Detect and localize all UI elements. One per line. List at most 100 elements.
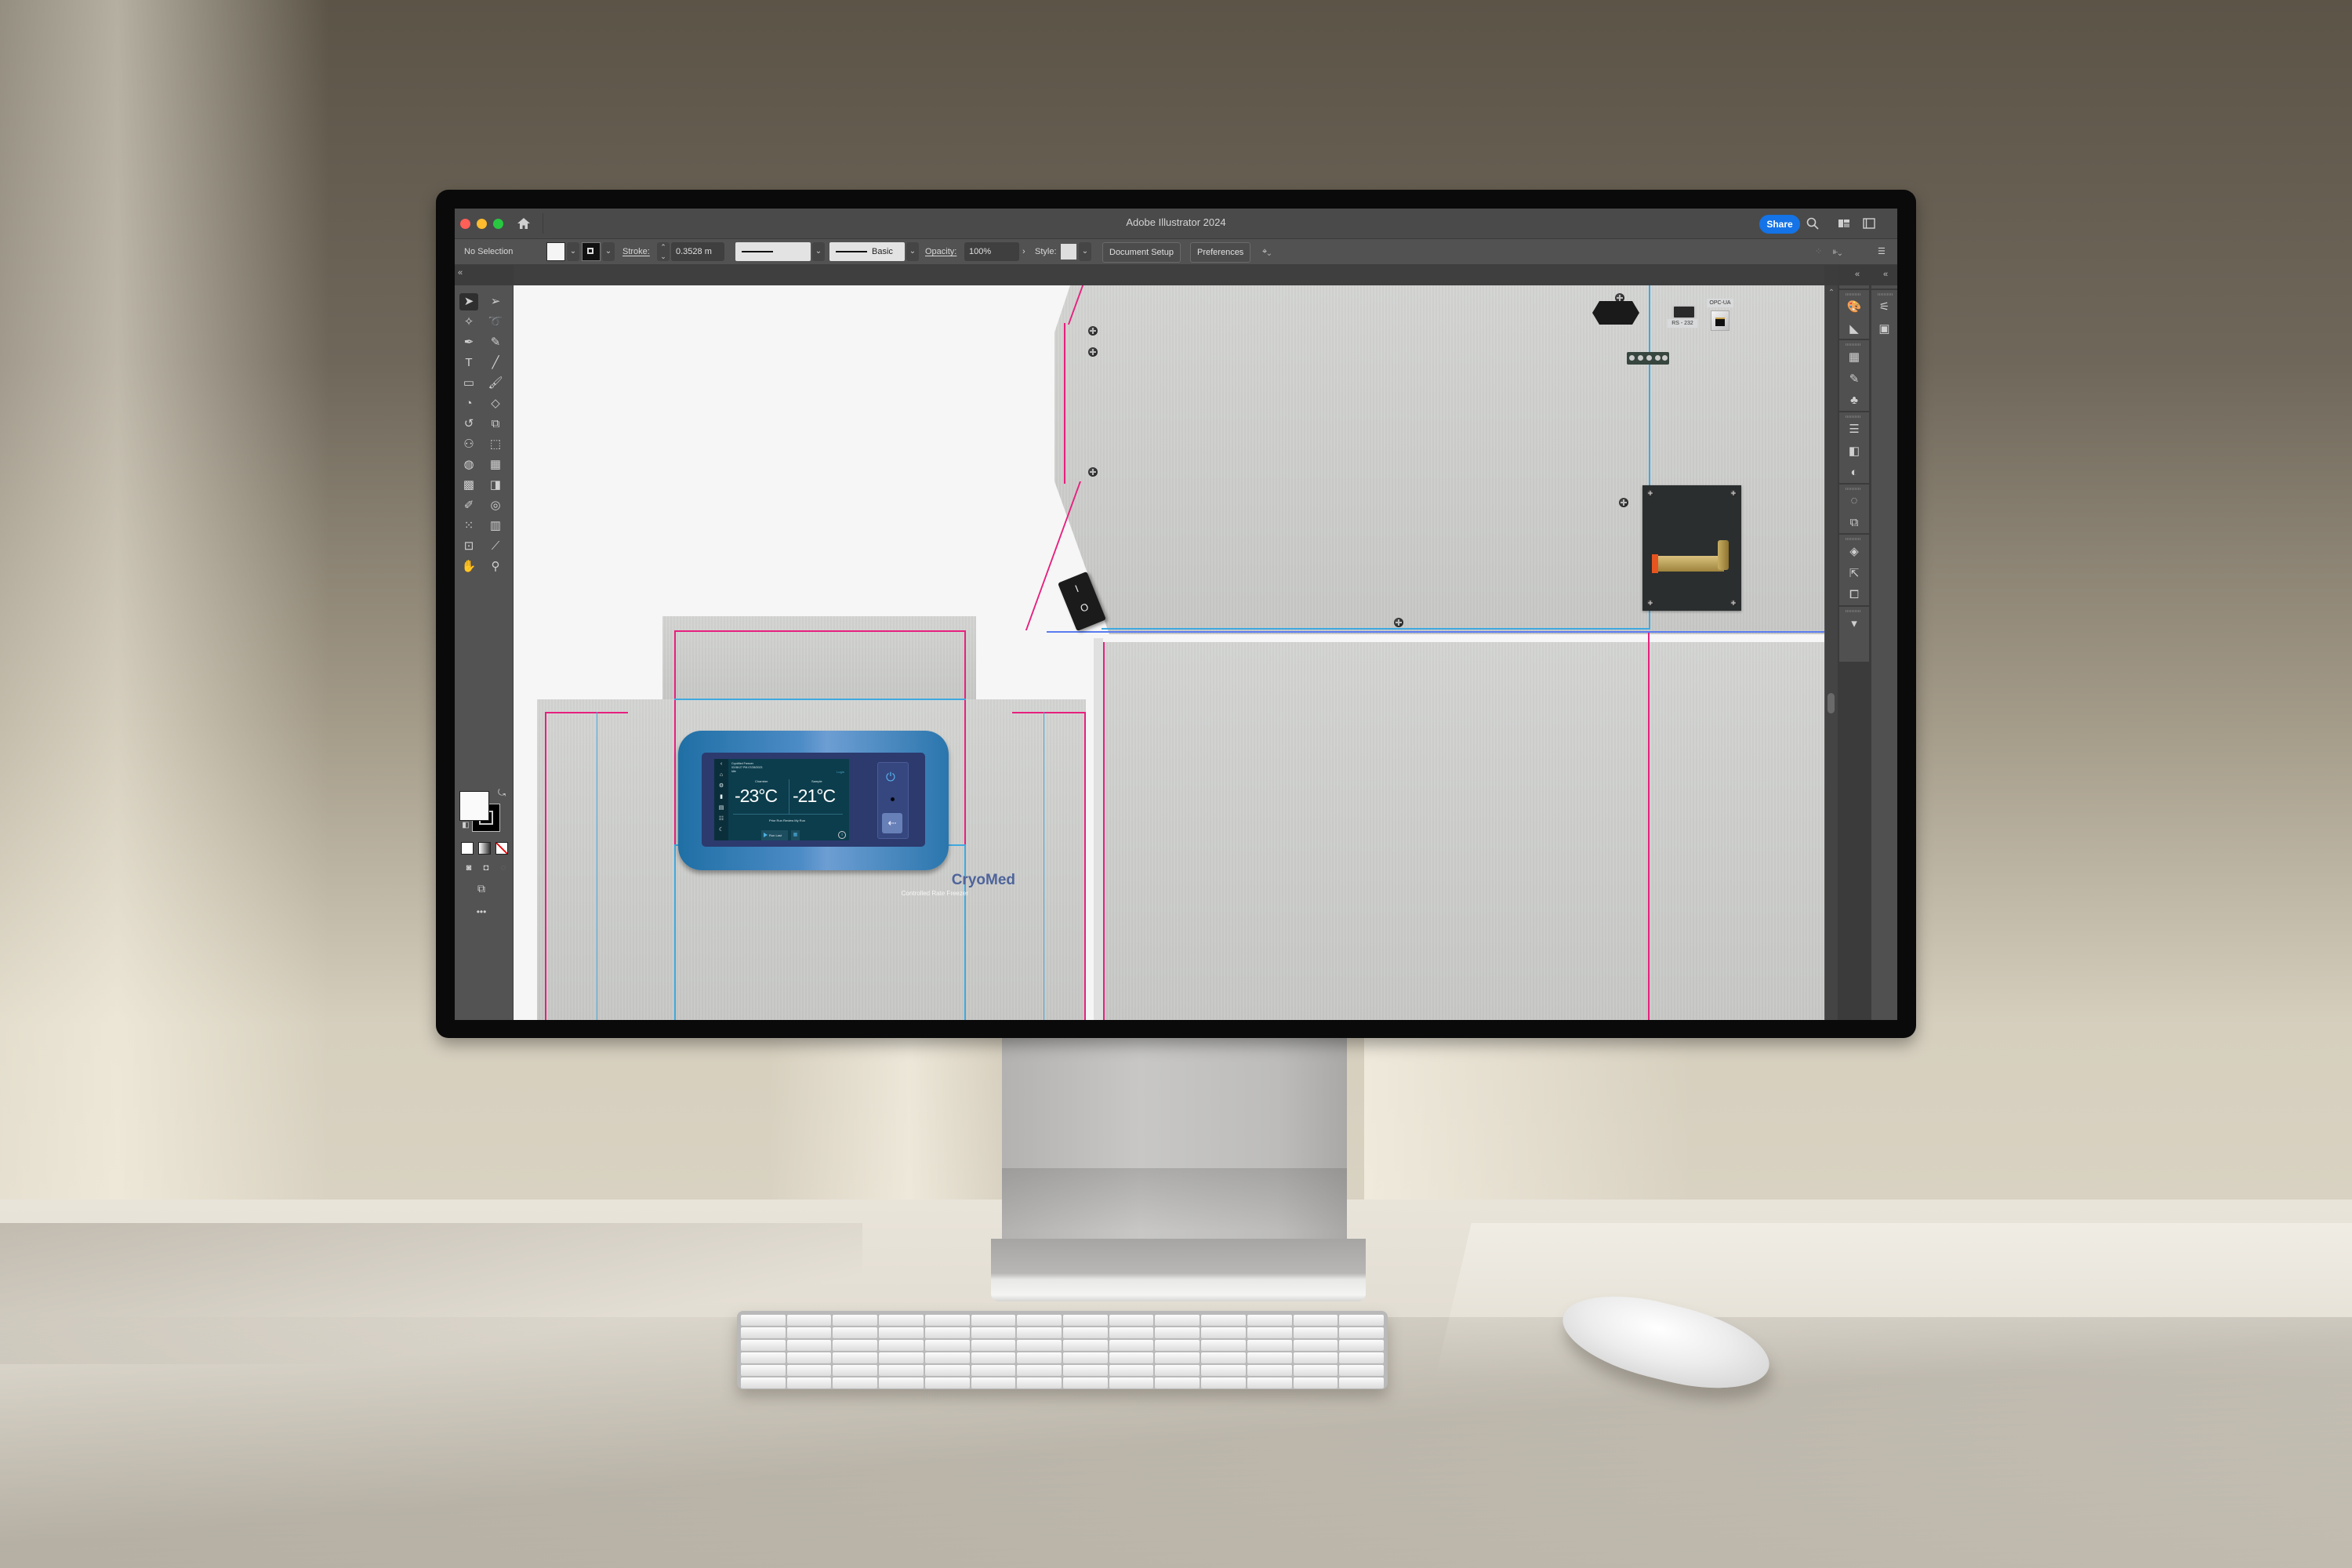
panel-group-grip[interactable] (1846, 416, 1861, 418)
document-setup-button[interactable]: Document Setup (1102, 242, 1181, 263)
lasso-tool-icon[interactable]: ➰ (486, 314, 505, 331)
perspective-grid-tool-icon[interactable]: ▦ (486, 456, 505, 474)
screen-mode-icon[interactable]: ⧉ (472, 880, 491, 897)
panel-group-grip[interactable] (1846, 343, 1861, 346)
magic-wand-tool-icon[interactable]: ✧ (459, 314, 478, 331)
selection-status: No Selection (464, 247, 514, 256)
puppet-warp-tool-icon[interactable]: ⚇ (459, 436, 478, 453)
workspace-icon[interactable] (1861, 216, 1877, 231)
gradient-icon[interactable]: ◧ (1839, 444, 1869, 458)
gradient-tool-icon[interactable]: ◨ (486, 477, 505, 494)
curvature-tool-icon[interactable]: ✎ (486, 334, 505, 351)
opacity-label[interactable]: Opacity: (925, 242, 956, 261)
color-mode-button[interactable] (461, 842, 474, 855)
eyedropper-tool-icon[interactable]: ✐ (459, 497, 478, 514)
column-graph-tool-icon[interactable]: ▥ (486, 517, 505, 535)
stroke-swatch[interactable] (582, 242, 601, 261)
stroke-label[interactable]: Stroke: (622, 242, 650, 261)
paintbrush-tool-icon[interactable]: 🖌 (486, 375, 505, 392)
style-dropdown[interactable]: ⌄ (1079, 242, 1091, 261)
swap-fill-stroke-icon[interactable]: ⤿ (492, 784, 511, 801)
mesh-tool-icon[interactable]: ▩ (459, 477, 478, 494)
pen-tool-icon[interactable]: ✒ (459, 334, 478, 351)
layers-icon[interactable]: ◈ (1839, 544, 1869, 558)
draw-behind-icon[interactable]: ◘ (477, 859, 495, 877)
none-mode-button[interactable] (495, 842, 508, 855)
comments-icon[interactable]: ▾ (1839, 616, 1869, 630)
eraser-tool-icon[interactable]: ◇ (486, 395, 505, 412)
scale-tool-icon[interactable]: ⧉ (486, 416, 505, 433)
free-transform-tool-icon[interactable]: ⬚ (486, 436, 505, 453)
symbols-icon[interactable]: ♣ (1839, 394, 1869, 407)
fill-swatch[interactable] (546, 242, 565, 261)
shape-builder-tool-icon[interactable]: ◍ (459, 456, 478, 474)
stroke-weight-input[interactable]: 0.3528 m (671, 242, 724, 261)
variable-width-profile-select[interactable]: Uniform (735, 242, 811, 275)
swatches-icon[interactable]: ▦ (1839, 350, 1869, 364)
transparency-icon[interactable]: ◐ (1839, 466, 1869, 479)
keyboard-key (1063, 1365, 1108, 1376)
scrollbar-thumb[interactable] (1828, 693, 1835, 713)
fill-color-swatch[interactable] (459, 791, 489, 821)
shaper-tool-icon[interactable]: ◔ (459, 395, 478, 412)
document-icon: ▮ (720, 794, 723, 800)
panel-group-grip[interactable] (1846, 610, 1861, 612)
symbol-sprayer-tool-icon[interactable]: ⁙ (459, 517, 478, 535)
edit-toolbar-button[interactable]: ••• (472, 903, 491, 920)
gradient-mode-button[interactable] (478, 842, 491, 855)
collapse-toolbar-icon[interactable]: « (458, 268, 463, 278)
artboards-icon[interactable]: ⧠ (1839, 588, 1869, 601)
align-icon[interactable]: ⁘ (1815, 242, 1822, 261)
appearance-icon[interactable]: ◌ (1839, 494, 1869, 507)
preferences-button[interactable]: Preferences (1190, 242, 1251, 263)
select-similar-icon[interactable]: ⌖⌄ (1262, 242, 1271, 261)
stroke-dropdown[interactable]: ⌄ (602, 242, 615, 261)
width-profile-dropdown[interactable]: ⌄ (812, 242, 825, 261)
draw-inside-icon[interactable]: ◌ (494, 859, 513, 877)
collapse-dock-icon[interactable]: « (1855, 270, 1860, 279)
rotate-tool-icon[interactable]: ↺ (459, 416, 478, 433)
stroke-weight-stepper[interactable]: ⌃ ⌄ (657, 242, 670, 261)
panel-menu-icon[interactable]: ☰ (1878, 242, 1886, 261)
brand-subtitle: Controlled Rate Freezer (901, 890, 968, 897)
slice-tool-icon[interactable]: ⟋ (486, 538, 505, 555)
rectangle-tool-icon[interactable]: ▭ (459, 375, 478, 392)
selection-tool-icon[interactable]: ➤ (459, 293, 478, 310)
artboard-canvas[interactable]: I O RS - 232 OPC-UA ‹ ⌂ ⚙ ▮ ▤ ☷ ☾ CryoMe… (514, 285, 1824, 1020)
artboard-tool-icon[interactable]: ⊡ (459, 538, 478, 555)
brush-definition-select[interactable]: Basic (829, 242, 905, 261)
fill-dropdown[interactable]: ⌄ (567, 242, 579, 261)
panel-group-grip[interactable] (1878, 293, 1893, 296)
hand-tool-icon[interactable]: ✋ (459, 558, 478, 575)
asset-export-icon[interactable]: ⇱ (1839, 566, 1869, 580)
scroll-up-icon[interactable]: ⌃ (1825, 289, 1838, 297)
panel-group-grip[interactable] (1846, 293, 1861, 296)
properties-icon[interactable]: ⚟ (1871, 299, 1897, 314)
draw-normal-icon[interactable]: ◙ (459, 859, 478, 877)
share-button[interactable]: Share (1759, 215, 1800, 234)
collapse-dock-icon[interactable]: « (1883, 270, 1888, 279)
style-swatch[interactable] (1061, 244, 1076, 260)
graphic-styles-icon[interactable]: ⧉ (1839, 516, 1869, 529)
color-guide-icon[interactable]: ◣ (1839, 321, 1869, 336)
opacity-input[interactable]: 100% (964, 242, 1019, 261)
arrange-documents-icon[interactable] (1836, 216, 1852, 231)
brushes-icon[interactable]: ✎ (1839, 372, 1869, 386)
color-icon[interactable]: 🎨 (1839, 299, 1869, 314)
direct-selection-tool-icon[interactable]: ➢ (486, 293, 505, 310)
libraries-icon[interactable]: ▣ (1871, 321, 1897, 336)
panel-group-grip[interactable] (1846, 488, 1861, 490)
vertical-scrollbar[interactable]: ⌃ (1825, 285, 1838, 1020)
line-segment-tool-icon[interactable]: ╱ (486, 354, 505, 372)
stroke-icon[interactable]: ☰ (1839, 422, 1869, 436)
type-tool-icon[interactable]: T (459, 354, 478, 372)
opacity-expand-icon[interactable]: › (1022, 242, 1025, 261)
panel-group-grip[interactable] (1846, 538, 1861, 540)
monitor-stand-base (991, 1239, 1366, 1301)
transform-icon[interactable]: ⫦⌄ (1833, 242, 1842, 261)
brush-definition-dropdown[interactable]: ⌄ (906, 242, 919, 261)
search-icon[interactable] (1805, 216, 1820, 231)
keyboard-key (1063, 1340, 1108, 1351)
blend-tool-icon[interactable]: ◎ (486, 497, 505, 514)
zoom-tool-icon[interactable]: ⚲ (486, 558, 505, 575)
